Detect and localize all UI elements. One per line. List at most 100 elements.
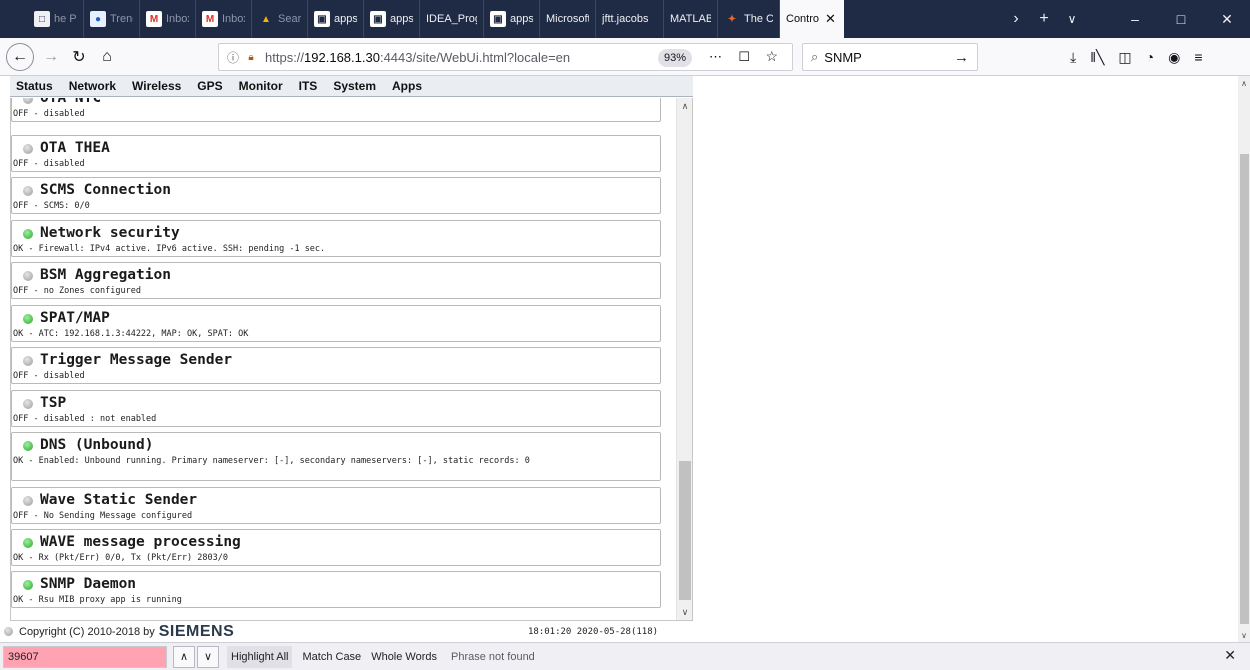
tab[interactable]: ▣ apps.t — [308, 0, 364, 38]
service-status: OK - Rx (Pkt/Err) 0/0, Tx (Pkt/Err) 2803… — [13, 553, 228, 563]
service-card[interactable]: TSP OFF - disabled : not enabled — [11, 390, 661, 427]
panel-scrollbar[interactable]: ∧ ∨ — [676, 98, 692, 620]
tab[interactable]: M Inbox — [140, 0, 196, 38]
library-icon[interactable]: ‖╲ — [1090, 49, 1104, 66]
tab-label: IDEA_Prog — [426, 13, 477, 25]
service-card[interactable]: Network security OK - Firewall: IPv4 acti… — [11, 220, 661, 257]
panel-scroll-down-icon[interactable]: ∨ — [677, 604, 692, 620]
menu-item-system[interactable]: System — [333, 79, 376, 93]
info-icon[interactable]: ⓘ — [227, 49, 239, 66]
match-case-toggle[interactable]: Match Case — [302, 651, 361, 663]
tab-label: he Pi — [54, 13, 77, 25]
tab[interactable]: jftt.jacobs — [596, 0, 664, 38]
tab-strip: □ he Pi ● Trend M Inbox M Inbox ▲ Search ▣ apps.t ▣ a… — [0, 0, 1250, 38]
page-actions-icon[interactable]: ⋯ — [709, 49, 722, 65]
tab[interactable]: ▣ apps.t — [364, 0, 420, 38]
service-card[interactable]: Trigger Message Sender OFF - disabled — [11, 347, 661, 384]
panel-scroll-up-icon[interactable]: ∧ — [677, 98, 692, 114]
service-status: OFF - disabled — [13, 109, 85, 119]
status-led-icon — [23, 271, 33, 281]
find-next-button[interactable]: ∨ — [197, 645, 219, 668]
tab[interactable]: ● Trend — [84, 0, 140, 38]
find-input[interactable]: 39607 — [3, 645, 167, 668]
url-text[interactable]: https://192.168.1.30:4443/site/WebUi.htm… — [265, 50, 570, 65]
search-bar[interactable]: ⌕ SNMP → — [802, 43, 978, 71]
whole-words-toggle[interactable]: Whole Words — [371, 651, 437, 663]
tab[interactable]: IDEA_Prog — [420, 0, 484, 38]
pocket-icon[interactable]: ☐ — [738, 49, 750, 65]
status-led-icon — [23, 229, 33, 239]
service-status: OFF - disabled — [13, 371, 85, 381]
page-scroll-up-icon[interactable]: ∧ — [1238, 76, 1250, 90]
panel-scroll-thumb[interactable] — [679, 461, 691, 600]
tab-scroll-right-icon[interactable]: › — [1004, 0, 1028, 38]
home-button[interactable]: ⌂ — [94, 44, 120, 70]
menu-item-network[interactable]: Network — [69, 79, 116, 93]
search-input[interactable]: SNMP — [824, 50, 862, 65]
tab-active[interactable]: Contro ✕ — [780, 0, 844, 38]
list-all-tabs-icon[interactable]: ∨ — [1060, 0, 1084, 38]
zoom-indicator[interactable]: 93% — [657, 49, 692, 67]
menu-icon[interactable]: ≡ — [1194, 49, 1202, 65]
close-tab-icon[interactable]: ✕ — [825, 11, 836, 27]
tab[interactable]: ✦ The C — [718, 0, 780, 38]
highlight-all-toggle[interactable]: Highlight All — [227, 645, 293, 668]
menu-item-status[interactable]: Status — [16, 79, 53, 93]
menu-item-apps[interactable]: Apps — [392, 79, 422, 93]
tab[interactable]: M Inbox — [196, 0, 252, 38]
status-panel: OTA NYC OFF - disabled OTA THEA OFF - disab… — [10, 98, 693, 620]
tab-label: Microsoft — [546, 13, 589, 25]
tab[interactable]: □ he Pi — [28, 0, 84, 38]
service-card[interactable]: SNMP Daemon OK - Rsu MIB proxy app is run… — [11, 571, 661, 608]
service-card[interactable]: SCMS Connection OFF - SCMS: 0/0 — [11, 177, 661, 214]
service-status: OFF - disabled : not enabled — [13, 414, 157, 424]
menu-item-wireless[interactable]: Wireless — [132, 79, 181, 93]
downloads-icon[interactable]: ⤓ — [1070, 49, 1076, 66]
page-scrollbar[interactable]: ∧ ∨ — [1238, 76, 1250, 642]
page-scroll-down-icon[interactable]: ∨ — [1238, 628, 1250, 642]
new-tab-button[interactable]: + — [1032, 0, 1056, 38]
close-find-bar-icon[interactable]: ✕ — [1224, 647, 1236, 664]
service-status: OK - Firewall: IPv4 active. IPv6 active.… — [13, 244, 326, 254]
tab-label: Trend — [110, 13, 133, 25]
service-card[interactable]: OTA THEA OFF - disabled — [11, 135, 661, 172]
page-footer: Copyright (C) 2010-2018 by SIEMENS 18:01… — [4, 620, 693, 642]
back-button[interactable]: ← — [6, 43, 34, 71]
status-led-icon — [23, 144, 33, 154]
tab-label: Contro — [786, 13, 820, 25]
service-card[interactable]: SPAT/MAP OK - ATC: 192.168.1.3:44222, MAP… — [11, 305, 661, 342]
copyright-text: Copyright (C) 2010-2018 by — [19, 625, 155, 638]
page-scroll-thumb[interactable] — [1240, 154, 1249, 624]
sidebar-icon[interactable]: ◫ — [1118, 49, 1131, 66]
extension-icon[interactable]: ◔ — [1146, 49, 1154, 65]
account-icon[interactable]: ◉ — [1168, 49, 1180, 66]
insecure-lock-icon[interactable]: 🔒︎ — [245, 51, 257, 63]
tab[interactable]: ▲ Search — [252, 0, 308, 38]
menu-item-gps[interactable]: GPS — [197, 79, 222, 93]
menu-item-its[interactable]: ITS — [299, 79, 318, 93]
bookmark-star-icon[interactable]: ☆ — [765, 48, 778, 65]
close-window-button[interactable]: ✕ — [1204, 0, 1250, 38]
minimize-window-button[interactable]: – — [1112, 0, 1158, 38]
service-card[interactable]: BSM Aggregation OFF - no Zones configured — [11, 262, 661, 299]
reload-button[interactable]: ↻ — [66, 44, 92, 70]
maximize-window-button[interactable]: □ — [1158, 0, 1204, 38]
tab[interactable]: Microsoft — [540, 0, 596, 38]
tab[interactable]: ▣ apps.t — [484, 0, 540, 38]
forward-button[interactable]: → — [38, 44, 64, 70]
service-card[interactable]: Wave Static Sender OFF - No Sending Messa… — [11, 487, 661, 524]
service-card[interactable]: DNS (Unbound) OK - Enabled: Unbound runni… — [11, 432, 661, 481]
search-go-icon[interactable]: → — [954, 49, 969, 66]
service-title: Network security — [40, 225, 180, 241]
tab[interactable]: MATLAB — [664, 0, 718, 38]
service-title: SNMP Daemon — [40, 576, 137, 592]
find-previous-button[interactable]: ∧ — [173, 645, 195, 668]
status-led-icon — [23, 580, 33, 590]
menu-item-monitor[interactable]: Monitor — [239, 79, 283, 93]
service-title: Wave Static Sender — [40, 492, 198, 508]
service-card[interactable]: OTA NYC OFF - disabled — [11, 98, 661, 122]
service-card[interactable]: WAVE message processing OK - Rx (Pkt/Err)… — [11, 529, 661, 566]
toolbar-icons: ⤓ ‖╲ ◫ ◔ ◉ ≡ — [1070, 44, 1203, 70]
url-bar[interactable]: ⓘ 🔒︎ https://192.168.1.30:4443/site/WebU… — [218, 43, 793, 71]
tab-label: apps.t — [390, 13, 413, 25]
